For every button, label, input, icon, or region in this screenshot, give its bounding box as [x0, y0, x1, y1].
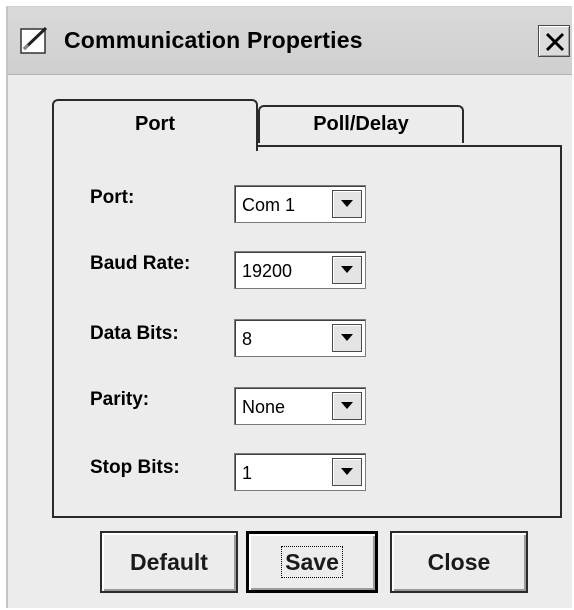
data-bits-select-value: 8 [242, 329, 253, 349]
default-button[interactable]: Default [100, 531, 238, 593]
tab-poll-delay[interactable]: Poll/Delay [258, 105, 464, 143]
parity-select-value: None [242, 397, 286, 417]
stop-bits-label: Stop Bits: [90, 457, 180, 478]
title-bar[interactable]: Communication Properties [8, 7, 572, 75]
edit-pencil-icon [20, 25, 50, 55]
close-button[interactable]: Close [390, 531, 528, 593]
baud-rate-select[interactable]: 19200 [234, 251, 366, 289]
stop-bits-select-value: 1 [242, 463, 253, 483]
baud-rate-select-value: 19200 [242, 261, 293, 281]
stop-bits-dropdown-button[interactable] [332, 458, 362, 486]
parity-select[interactable]: None [234, 387, 366, 425]
window-title: Communication Properties [64, 27, 363, 53]
tab-port[interactable]: Port [52, 99, 258, 151]
data-bits-dropdown-button[interactable] [332, 324, 362, 352]
parity-dropdown-button[interactable] [332, 392, 362, 420]
stop-bits-select[interactable]: 1 [234, 453, 366, 491]
port-select-value: Com 1 [242, 195, 296, 215]
baud-rate-dropdown-button[interactable] [332, 256, 362, 284]
chevron-down-icon [341, 334, 353, 341]
window-close-button[interactable] [538, 25, 570, 57]
close-icon [545, 32, 565, 52]
chevron-down-icon [341, 402, 353, 409]
chevron-down-icon [341, 266, 353, 273]
communication-properties-window: Communication Properties Port Poll/Delay… [6, 6, 572, 608]
data-bits-label: Data Bits: [90, 323, 179, 344]
parity-label: Parity: [90, 389, 150, 410]
baud-rate-label: Baud Rate: [90, 253, 191, 274]
data-bits-select[interactable]: 8 [234, 319, 366, 357]
port-dropdown-button[interactable] [332, 190, 362, 218]
chevron-down-icon [341, 200, 353, 207]
port-label: Port: [90, 187, 135, 208]
save-button-label: Save [281, 546, 343, 578]
chevron-down-icon [341, 468, 353, 475]
port-select[interactable]: Com 1 [234, 185, 366, 223]
port-tab-panel: Port: Com 1 Baud Rate: 19200 Data Bits: … [52, 145, 562, 518]
save-button[interactable]: Save [246, 531, 378, 593]
